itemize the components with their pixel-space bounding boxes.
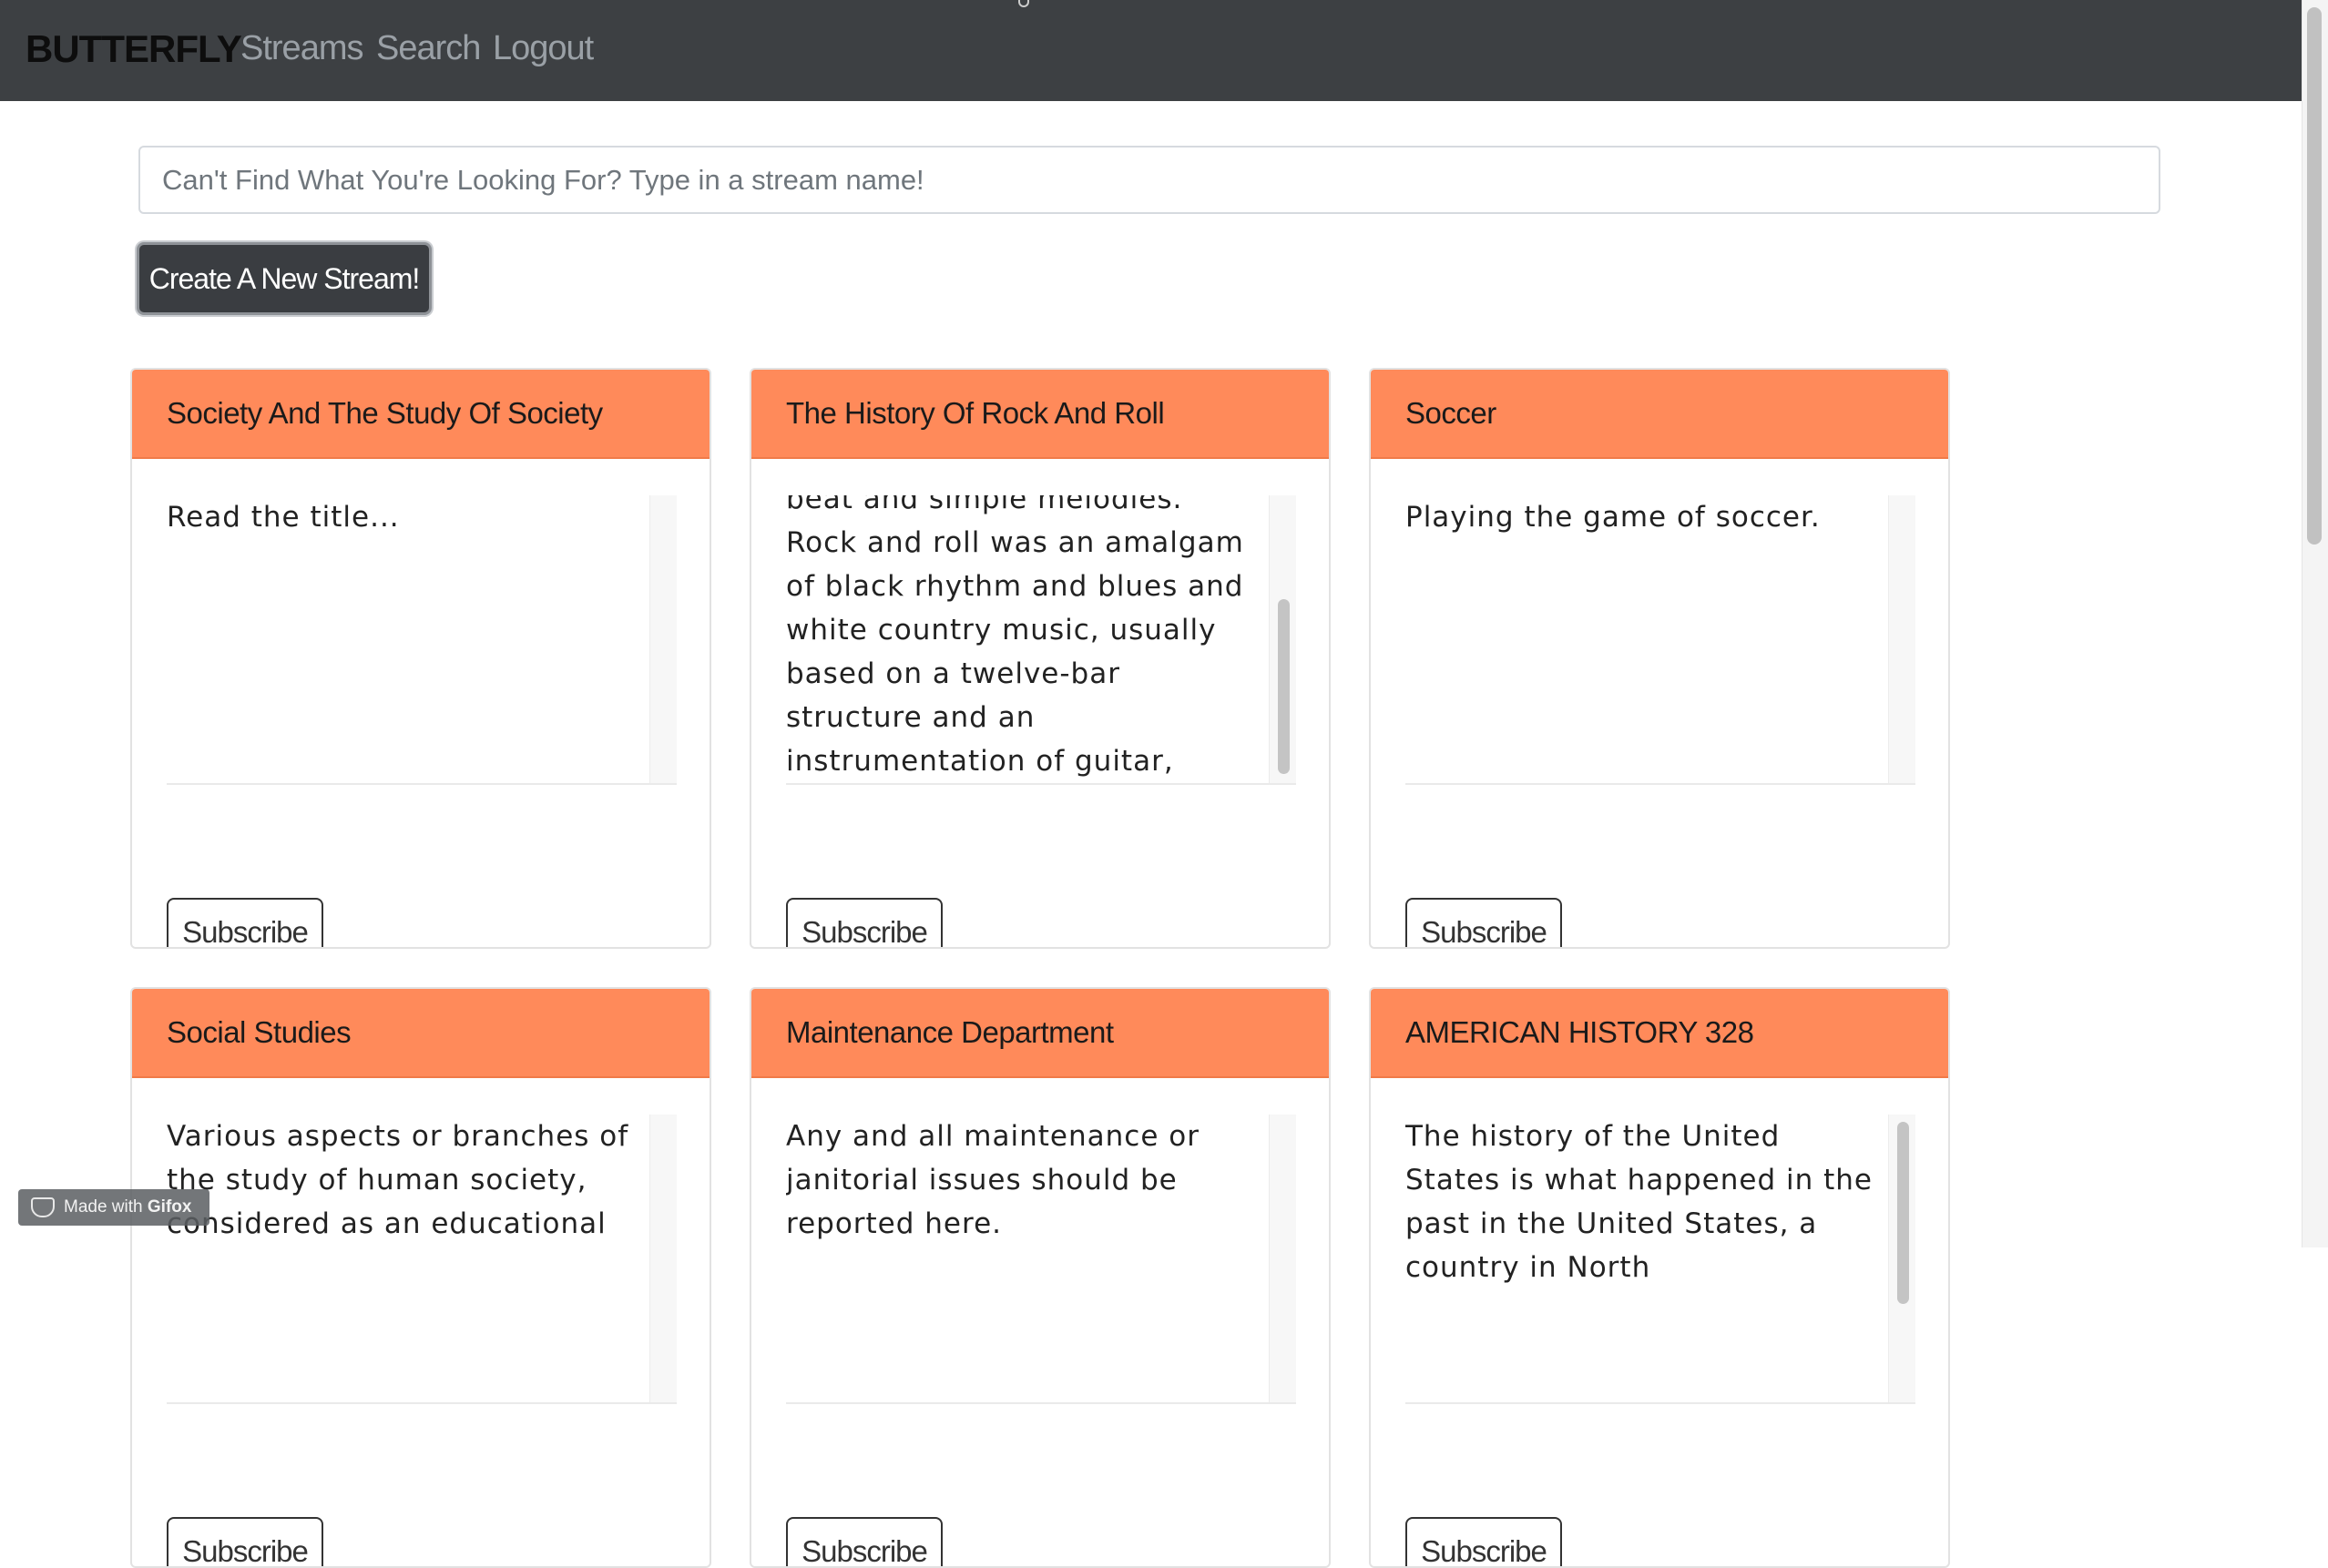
subscribe-button[interactable]: Subscribe [167,1517,323,1566]
card-description: beat and simple melodies. Rock and roll … [786,495,1244,778]
description-scrollbar[interactable] [1269,1115,1296,1402]
nav-link-logout[interactable]: Logout [493,29,594,68]
subscribe-button[interactable]: Subscribe [1405,898,1562,947]
description-scrollbar-thumb[interactable] [1897,1122,1909,1304]
card-title: AMERICAN HISTORY 328 [1371,989,1948,1078]
description-scrollbar-thumb[interactable] [1278,599,1290,774]
card-description-box[interactable]: Various aspects or branches of the study… [167,1115,677,1404]
description-scrollbar[interactable] [649,1115,677,1402]
card-title: The History Of Rock And Roll [751,370,1329,459]
card-title: Maintenance Department [751,989,1329,1078]
nav-link-streams[interactable]: Streams [240,29,363,68]
brand-logo[interactable]: BUTTERFLY [26,27,242,71]
stream-card: Social Studies Various aspects or branch… [130,987,711,1568]
nav-link-search[interactable]: Search [376,29,481,68]
stream-card: Soccer Playing the game of soccer. Subsc… [1369,368,1950,949]
card-title: Social Studies [132,989,710,1078]
top-navbar: BUTTERFLY Streams Search Logout [0,0,2302,101]
card-description: Playing the game of soccer. [1405,501,1821,534]
card-description-box[interactable]: The history of the United States is what… [1405,1115,1915,1404]
description-scrollbar[interactable] [1269,495,1296,783]
create-stream-button[interactable]: Create A New Stream! [137,242,432,315]
stream-card: The History Of Rock And Roll beat and si… [750,368,1331,949]
card-description: Any and all maintenance or janitorial is… [786,1120,1200,1240]
card-description-box[interactable]: Playing the game of soccer. [1405,495,1915,785]
description-scrollbar[interactable] [649,495,677,783]
gifox-watermark: Made with Gifox [18,1189,209,1226]
card-description-box[interactable]: beat and simple melodies. Rock and roll … [786,495,1296,785]
card-body: Read the title... Subscribe [132,459,710,947]
card-body: beat and simple melodies. Rock and roll … [751,459,1329,947]
stream-card: Society And The Study Of Society Read th… [130,368,711,949]
description-scrollbar[interactable] [1888,1115,1915,1402]
card-title: Soccer [1371,370,1948,459]
card-title: Society And The Study Of Society [132,370,710,459]
card-description: Various aspects or branches of the study… [167,1120,629,1240]
card-description: Read the title... [167,501,400,534]
card-body: Various aspects or branches of the study… [132,1078,710,1566]
fox-icon [31,1197,55,1217]
subscribe-button[interactable]: Subscribe [786,1517,943,1566]
description-scrollbar[interactable] [1888,495,1915,783]
stream-card: AMERICAN HISTORY 328 The history of the … [1369,987,1950,1568]
watermark-prefix: Made with [64,1197,143,1217]
card-body: Any and all maintenance or janitorial is… [751,1078,1329,1566]
subscribe-button[interactable]: Subscribe [167,898,323,947]
card-description-box[interactable]: Read the title... [167,495,677,785]
page-scrollbar-thumb[interactable] [2307,7,2322,545]
card-body: Playing the game of soccer. Subscribe [1371,459,1948,947]
stream-search-input[interactable] [138,146,2160,214]
card-body: The history of the United States is what… [1371,1078,1948,1566]
watermark-text: Made with Gifox [64,1197,191,1217]
subscribe-button[interactable]: Subscribe [1405,1517,1562,1566]
card-description: The history of the United States is what… [1405,1120,1873,1284]
watermark-brand: Gifox [147,1197,192,1217]
subscribe-button[interactable]: Subscribe [786,898,943,947]
stream-card: Maintenance Department Any and all maint… [750,987,1331,1568]
card-description-box[interactable]: Any and all maintenance or janitorial is… [786,1115,1296,1404]
